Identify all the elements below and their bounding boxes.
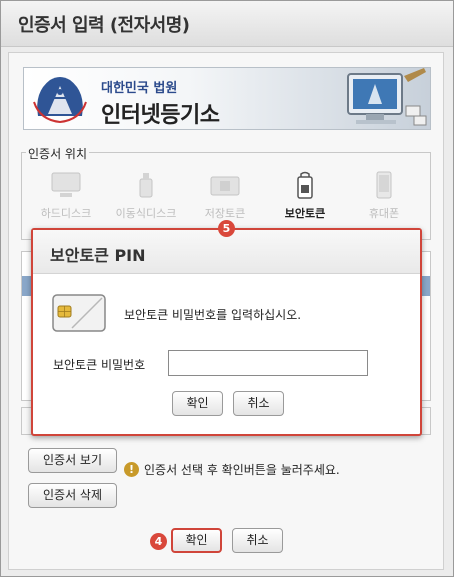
location-label: 하드디스크 bbox=[40, 207, 92, 220]
location-mobile-phone[interactable]: 휴대폰 bbox=[347, 171, 421, 221]
hard-disk-icon bbox=[51, 172, 81, 197]
location-label: 보안토큰 bbox=[284, 207, 326, 220]
pin-dialog: 보안토큰 PIN 보안토큰 비밀번호를 입력하십시오. 보안토큰 비밀번호 확인… bbox=[31, 228, 422, 436]
court-banner: 대한민국 법원 인터넷등기소 bbox=[23, 67, 431, 130]
selection-notice: ! 인증서 선택 후 확인버튼을 눌러주세요. bbox=[124, 461, 340, 478]
pin-dialog-title: 보안토큰 PIN bbox=[50, 246, 146, 265]
warning-icon: ! bbox=[124, 462, 139, 477]
pin-password-input[interactable] bbox=[168, 350, 368, 376]
pin-dialog-message: 보안토큰 비밀번호를 입력하십시오. bbox=[124, 308, 302, 322]
delete-certificate-button[interactable]: 인증서 삭제 bbox=[28, 483, 117, 508]
window-title: 인증서 입력 (전자서명) bbox=[18, 15, 190, 36]
location-removable-disk[interactable]: 이동식디스크 bbox=[109, 171, 183, 221]
computer-illustration-icon bbox=[347, 68, 427, 126]
title-bar: 인증서 입력 (전자서명) bbox=[1, 1, 453, 47]
location-label: 휴대폰 bbox=[368, 207, 400, 220]
court-emblem-icon bbox=[33, 77, 87, 124]
confirm-button[interactable]: 확인 bbox=[171, 528, 222, 553]
step-badge-4: 4 bbox=[150, 533, 167, 550]
pin-confirm-button[interactable]: 확인 bbox=[172, 391, 223, 416]
location-label: 이동식디스크 bbox=[115, 207, 177, 220]
location-storage-token[interactable]: 저장토큰 bbox=[188, 171, 262, 221]
banner-subtitle: 대한민국 법원 bbox=[101, 81, 178, 96]
location-security-token[interactable]: 보안토큰 bbox=[268, 171, 342, 221]
selection-notice-text: 인증서 선택 후 확인버튼을 눌러주세요. bbox=[144, 463, 340, 477]
location-hard-disk[interactable]: 하드디스크 bbox=[29, 171, 103, 221]
cancel-button[interactable]: 취소 bbox=[232, 528, 283, 553]
pin-cancel-button[interactable]: 취소 bbox=[233, 391, 284, 416]
pin-field-label: 보안토큰 비밀번호 bbox=[53, 358, 146, 372]
location-legend: 인증서 위치 bbox=[26, 145, 90, 162]
view-certificate-button[interactable]: 인증서 보기 bbox=[28, 448, 117, 473]
smart-card-icon bbox=[52, 294, 106, 332]
location-label: 저장토큰 bbox=[204, 207, 246, 220]
storage-token-icon bbox=[210, 176, 240, 196]
security-token-icon bbox=[297, 171, 313, 199]
usb-drive-icon bbox=[139, 173, 153, 198]
mobile-phone-icon bbox=[376, 171, 392, 199]
banner-title: 인터넷등기소 bbox=[101, 103, 220, 128]
step-badge-5: 5 bbox=[218, 220, 235, 237]
